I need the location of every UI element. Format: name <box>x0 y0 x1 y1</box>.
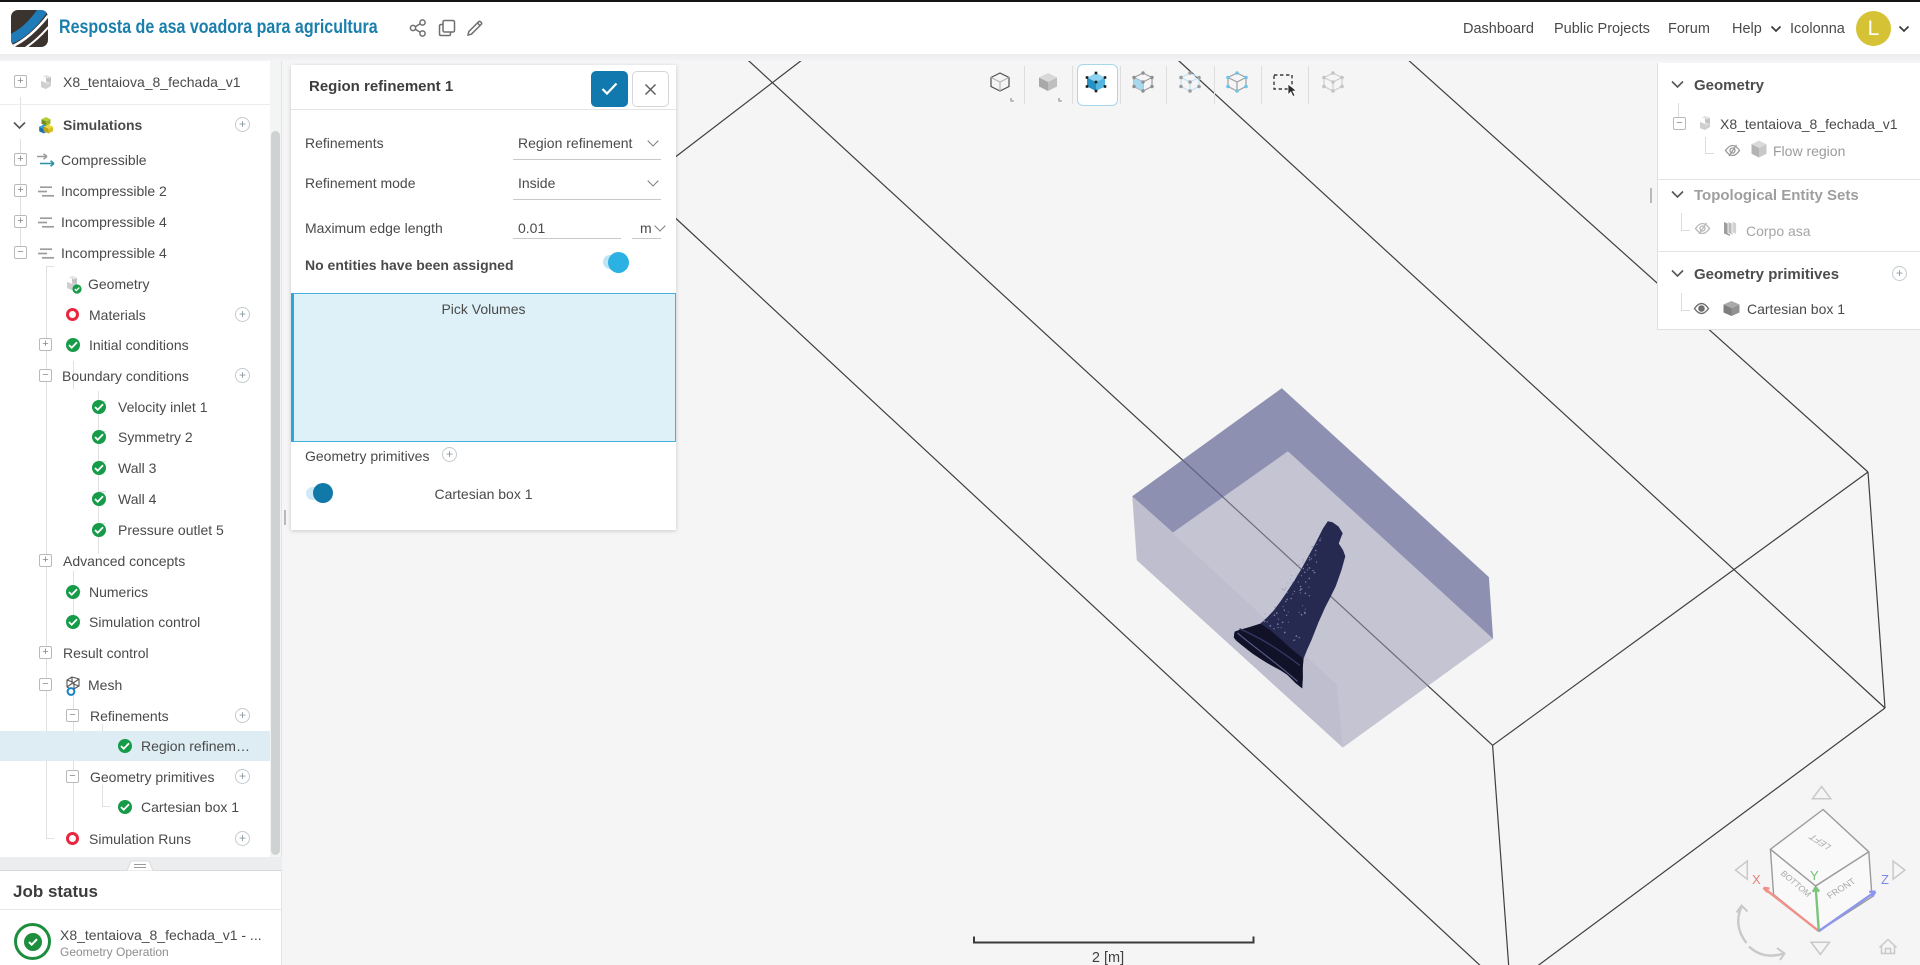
svg-text:X: X <box>1752 872 1761 887</box>
svg-text:Y: Y <box>1810 868 1819 883</box>
svg-text:2 [m]: 2 [m] <box>1092 950 1124 965</box>
svg-text:Z: Z <box>1881 872 1889 887</box>
